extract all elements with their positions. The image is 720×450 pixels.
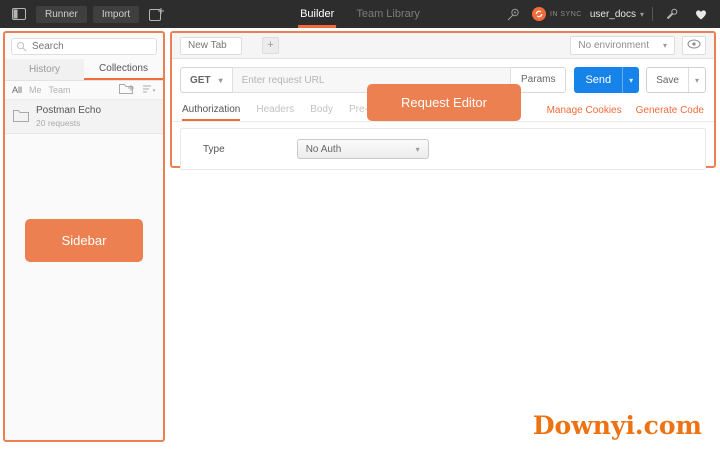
generate-code-link[interactable]: Generate Code: [636, 105, 704, 116]
add-tab-button[interactable]: +: [262, 37, 279, 54]
auth-type-value: No Auth: [305, 143, 342, 155]
heart-icon[interactable]: [690, 6, 712, 22]
request-tab-new[interactable]: New Tab: [180, 36, 242, 55]
new-folder-icon[interactable]: [119, 83, 135, 97]
filter-me[interactable]: Me: [29, 85, 42, 95]
collection-name: Postman Echo: [36, 105, 102, 116]
top-bar: Runner Import Builder Team Library IN SY…: [0, 0, 720, 28]
tab-collections[interactable]: Collections: [84, 59, 163, 80]
sidebar: History Collections All Me Team Postman …: [3, 31, 165, 442]
collection-filter-row: All Me Team: [5, 81, 163, 100]
method-value: GET: [190, 74, 211, 86]
chevron-down-icon: ▾: [639, 9, 644, 19]
chevron-down-icon[interactable]: ▾: [622, 67, 639, 93]
tools-icon[interactable]: [661, 6, 682, 23]
authorization-panel: Type No Auth ▾: [180, 128, 706, 170]
environment-select[interactable]: No environment ▾: [570, 36, 675, 55]
chevron-down-icon: ▾: [218, 75, 223, 85]
auth-type-select[interactable]: No Auth ▾: [296, 139, 429, 159]
sync-status[interactable]: IN SYNC: [531, 7, 582, 21]
import-button[interactable]: Import: [92, 5, 140, 23]
sync-label: IN SYNC: [549, 10, 582, 18]
manage-cookies-link[interactable]: Manage Cookies: [547, 105, 622, 116]
collection-item[interactable]: Postman Echo 20 requests: [5, 100, 163, 134]
tab-history[interactable]: History: [5, 59, 84, 80]
filter-all[interactable]: All: [12, 85, 22, 95]
search-container: [5, 33, 163, 59]
satellite-icon[interactable]: [502, 6, 524, 23]
save-button[interactable]: Save ▾: [646, 67, 706, 93]
tab-team-library[interactable]: Team Library: [354, 0, 422, 28]
folder-icon: [13, 109, 29, 125]
method-select[interactable]: GET ▾: [180, 67, 232, 93]
tab-authorization[interactable]: Authorization: [182, 99, 241, 121]
collection-meta: 20 requests: [36, 118, 81, 128]
tab-builder[interactable]: Builder: [298, 0, 337, 28]
runner-button[interactable]: Runner: [36, 5, 87, 23]
chevron-down-icon: ▾: [662, 41, 667, 50]
account-name: user_docs: [589, 8, 636, 20]
sort-icon[interactable]: [142, 84, 156, 96]
sidebar-toggle-icon[interactable]: [8, 6, 30, 22]
filter-team[interactable]: Team: [49, 85, 71, 95]
tab-headers[interactable]: Headers: [256, 99, 294, 121]
new-window-icon[interactable]: [145, 5, 169, 23]
environment-preview-button[interactable]: [682, 36, 706, 55]
environment-value: No environment: [578, 40, 649, 51]
save-label: Save: [656, 74, 679, 86]
watermark: Downyi.com: [532, 411, 702, 440]
account-menu[interactable]: user_docs ▾: [590, 9, 644, 20]
auth-type-label: Type: [203, 143, 225, 155]
main-nav: Builder Team Library: [298, 0, 422, 28]
request-editor-overlay-badge: Request Editor: [367, 84, 521, 121]
chevron-down-icon[interactable]: ▾: [687, 68, 705, 92]
send-label: Send: [585, 74, 612, 86]
eye-icon: [687, 39, 701, 52]
editor-tab-strip: New Tab + No environment ▾: [172, 33, 714, 59]
search-icon: [16, 41, 27, 55]
search-input[interactable]: [11, 38, 157, 55]
sync-icon: [531, 7, 546, 21]
sidebar-tabs: History Collections: [5, 59, 163, 81]
divider: [652, 7, 653, 21]
send-button[interactable]: Send ▾: [574, 67, 640, 93]
chevron-down-icon: ▾: [415, 144, 420, 154]
tab-body[interactable]: Body: [310, 99, 333, 121]
sidebar-overlay-badge: Sidebar: [25, 219, 143, 262]
postman-window: Runner Import Builder Team Library IN SY…: [0, 0, 720, 450]
